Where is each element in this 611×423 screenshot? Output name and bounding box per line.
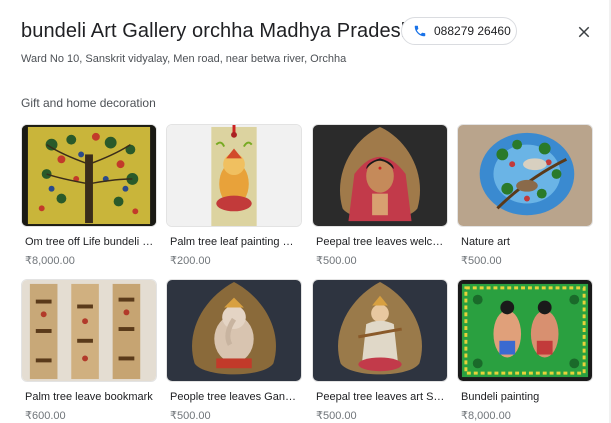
product-card[interactable]: Nature art ₹500.00 [457, 124, 593, 267]
business-address: Ward No 10, Sanskrit vidyalay, Men road,… [21, 53, 347, 65]
product-name: Palm tree leaf painting Ganesha [170, 236, 300, 248]
product-card[interactable]: Peepal tree leaves art Saraswati ₹500.00 [312, 279, 448, 422]
product-card[interactable]: People tree leaves Ganesha ₹500.00 [166, 279, 302, 422]
product-card[interactable]: Palm tree leave bookmark ₹600.00 [21, 279, 157, 422]
product-name: Peepal tree leaves art Saraswati [316, 391, 446, 403]
product-name: Palm tree leave bookmark [25, 391, 153, 403]
product-image-bundeli-painting [457, 279, 593, 382]
product-price: ₹8,000.00 [461, 410, 511, 422]
call-button[interactable]: 088279 26460 [401, 17, 517, 45]
product-card[interactable]: Om tree off Life bundeli painting ₹8,000… [21, 124, 157, 267]
close-icon [578, 26, 590, 38]
product-name: Peepal tree leaves welcome [316, 236, 446, 248]
product-price: ₹500.00 [170, 410, 211, 422]
business-title: bundeli Art Gallery orchha Madhya Prades… [21, 20, 412, 42]
product-image-tree-of-life [21, 124, 157, 227]
product-image-palm-bookmarks [21, 279, 157, 382]
product-image-ganesha-leaf [166, 279, 302, 382]
product-card[interactable]: Palm tree leaf painting Ganesha ₹200.00 [166, 124, 302, 267]
section-heading: Gift and home decoration [21, 96, 156, 110]
close-button[interactable] [575, 23, 593, 41]
product-price: ₹8,000.00 [25, 255, 75, 267]
product-price: ₹500.00 [461, 255, 502, 267]
product-price: ₹500.00 [316, 255, 357, 267]
product-image-saraswati-leaf [312, 279, 448, 382]
product-name: People tree leaves Ganesha [170, 391, 300, 403]
phone-number: 088279 26460 [434, 24, 511, 38]
product-image-nature-birds [457, 124, 593, 227]
phone-icon [413, 24, 427, 38]
product-image-ganesha-bookmark [166, 124, 302, 227]
product-image-welcome-leaf [312, 124, 448, 227]
product-price: ₹200.00 [170, 255, 211, 267]
product-price: ₹600.00 [25, 410, 66, 422]
product-name: Om tree off Life bundeli painting [25, 236, 155, 248]
product-card[interactable]: Peepal tree leaves welcome ₹500.00 [312, 124, 448, 267]
product-card[interactable]: Bundeli painting ₹8,000.00 [457, 279, 593, 422]
product-name: Bundeli painting [461, 391, 540, 403]
product-price: ₹500.00 [316, 410, 357, 422]
product-name: Nature art [461, 236, 510, 248]
